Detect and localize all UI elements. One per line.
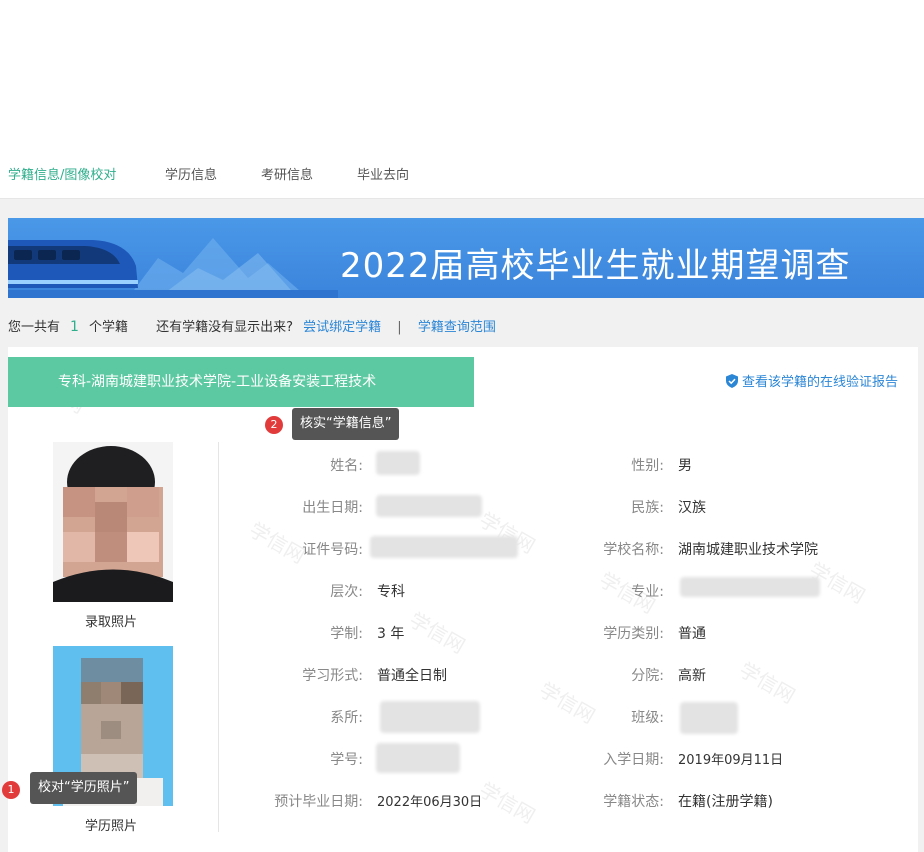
tab-postgrad-exam[interactable]: 考研信息 [261,164,313,183]
field-value-level: 专科 [377,584,405,600]
field-label-degree-type: 学历类别: [603,626,664,642]
redacted-department [380,701,480,733]
field-label-level: 层次: [330,584,363,600]
field-value-degree-type: 普通 [678,626,706,642]
redacted-birthdate [376,495,482,517]
admission-photo [53,442,173,602]
field-value-duration: 3 年 [377,626,405,642]
field-label-study-mode: 学习形式: [302,668,363,684]
field-value-expected-graduation: 2022年06月30日 [377,795,483,810]
watermark: 学信网 [535,677,600,729]
field-label-duration: 学制: [330,626,363,642]
count-prefix: 您一共有 [8,320,61,335]
field-label-department: 系所: [330,710,363,726]
field-value-branch: 高新 [678,668,706,684]
verify-photo-tip: 校对“学历照片” [30,772,138,804]
watermark: 学信网 [475,777,540,829]
shield-check-icon [725,374,738,388]
record-count-line: 您一共有 1 个学籍 还有学籍没有显示出来? 尝试绑定学籍 | 学籍查询范围 [8,316,496,335]
header-blank-area [0,0,924,148]
count-suffix: 个学籍 [88,320,128,335]
banner-title: 2022届高校毕业生就业期望调查 [340,246,851,286]
bind-record-link[interactable]: 尝试绑定学籍 [303,320,381,335]
verify-info-tip: 核实“学籍信息” [292,408,400,440]
record-count: 1 [70,319,79,335]
field-label-gender: 性别: [631,458,664,474]
redacted-name [376,451,420,475]
watermark: 学信网 [245,517,310,569]
field-value-gender: 男 [678,458,692,474]
school-major-tag[interactable]: 专科-湖南城建职业技术学院-工业设备安装工程技术 [8,357,474,407]
field-label-student-id: 学号: [330,752,363,768]
field-label-enrollment-date: 入学日期: [603,752,664,768]
tip-badge-1: 1 [2,781,20,799]
field-label-class: 班级: [631,710,664,726]
tab-graduation-destination[interactable]: 毕业去向 [357,164,409,183]
field-label-branch: 分院: [631,668,664,684]
watermark: 学信网 [735,657,800,709]
field-value-study-mode: 普通全日制 [377,668,447,684]
verify-report-text: 查看该学籍的在线验证报告 [741,375,898,390]
field-label-name: 姓名: [330,458,363,474]
top-nav: 学籍信息/图像校对 学历信息 考研信息 毕业去向 [0,148,924,199]
field-value-school-name: 湖南城建职业技术学院 [678,542,818,558]
admission-photo-image [53,442,173,602]
tab-student-status[interactable]: 学籍信息/图像校对 [8,164,116,183]
student-record-card: 学信网 学信网 学信网 学信网 学信网 学信网 学信网 学信网 学信网 学信网 … [2,347,918,852]
watermark: 学信网 [405,607,470,659]
redacted-major [680,577,820,597]
query-scope-link[interactable]: 学籍查询范围 [418,320,496,335]
diploma-photo-caption: 学历照片 [85,819,138,834]
survey-banner[interactable]: 2022届高校毕业生就业期望调查 [8,218,924,298]
field-value-ethnicity: 汉族 [678,500,706,516]
field-label-school-name: 学校名称: [603,542,664,558]
field-label-id-number: 证件号码: [302,542,363,558]
link-separator: | [397,320,402,335]
verify-report-link[interactable]: 查看该学籍的在线验证报告 [725,371,898,390]
redacted-class [680,702,738,734]
missing-question: 还有学籍没有显示出来? [156,320,293,335]
redacted-id-number [370,536,518,558]
admission-photo-caption: 录取照片 [85,615,138,630]
tip-badge-2: 2 [265,416,283,434]
field-value-status: 在籍(注册学籍) [678,794,773,810]
tab-degree-info[interactable]: 学历信息 [165,164,217,183]
field-value-enrollment-date: 2019年09月11日 [678,753,784,768]
train-illustration [8,238,338,298]
field-label-ethnicity: 民族: [631,500,664,516]
column-divider [218,442,219,832]
field-label-status: 学籍状态: [603,794,664,810]
field-label-major: 专业: [631,584,664,600]
redacted-student-id [376,743,460,773]
field-label-expected-graduation: 预计毕业日期: [274,794,363,810]
field-label-birthdate: 出生日期: [302,500,363,516]
